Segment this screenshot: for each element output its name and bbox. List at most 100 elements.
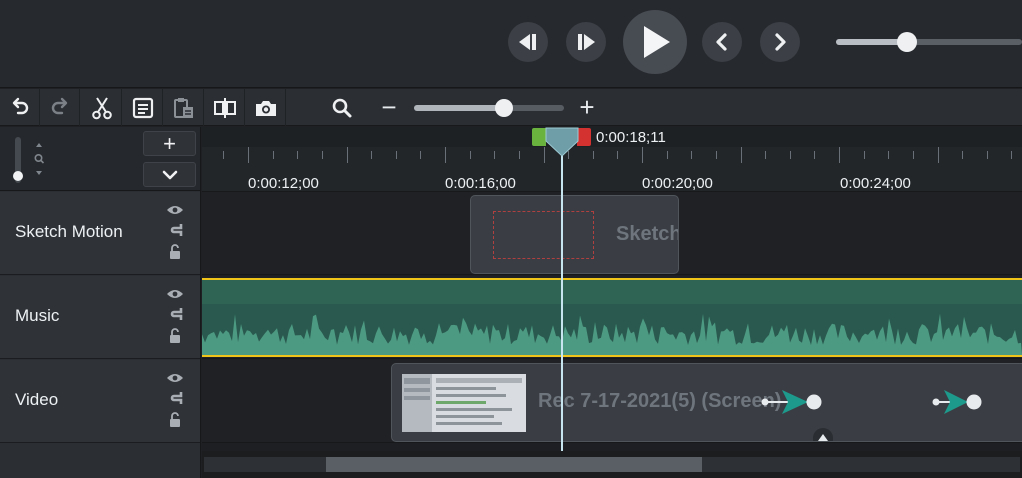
zoom-to-fit-button[interactable] bbox=[322, 89, 362, 126]
ruler-tick bbox=[420, 151, 421, 159]
lock-toggle[interactable] bbox=[165, 412, 185, 428]
track-options-button[interactable] bbox=[143, 162, 196, 187]
track-name: Sketch Motion bbox=[15, 222, 123, 241]
next-marker-button[interactable] bbox=[760, 22, 800, 62]
ruler-tick bbox=[962, 151, 963, 159]
ruler-tick bbox=[814, 151, 815, 159]
scissors-icon bbox=[91, 96, 112, 119]
undo-button[interactable] bbox=[0, 89, 40, 126]
eye-icon bbox=[167, 206, 183, 214]
ruler-tick bbox=[273, 151, 274, 159]
step-back-button[interactable] bbox=[508, 22, 548, 62]
ruler-tick bbox=[913, 151, 914, 159]
copy-button[interactable] bbox=[123, 89, 163, 126]
unlocked-icon bbox=[170, 244, 180, 259]
magnetic-toggle[interactable] bbox=[165, 306, 185, 322]
ruler-tick bbox=[248, 147, 249, 163]
playhead[interactable] bbox=[561, 145, 563, 451]
zoom-magnifier-icon bbox=[332, 98, 352, 117]
zoom-out-button[interactable]: − bbox=[377, 94, 401, 120]
track-lane-sketch-motion[interactable]: Sketch bbox=[202, 192, 1022, 275]
snapshot-button[interactable] bbox=[246, 89, 286, 126]
split-button[interactable] bbox=[205, 89, 245, 126]
ruler-tick bbox=[790, 151, 791, 159]
undo-icon bbox=[12, 97, 28, 114]
ruler-tick bbox=[667, 151, 668, 159]
ruler-tick bbox=[839, 147, 840, 163]
step-back-icon bbox=[519, 34, 536, 50]
ruler-tick bbox=[223, 151, 224, 159]
ruler-tick bbox=[519, 151, 520, 159]
playback-scrubber-thumb[interactable] bbox=[896, 32, 917, 52]
lock-toggle[interactable] bbox=[165, 244, 185, 260]
playback-scrubber[interactable] bbox=[836, 32, 1022, 52]
redo-button[interactable] bbox=[40, 89, 80, 126]
zoom-slider-thumb[interactable] bbox=[495, 99, 513, 117]
ruler-label: 0:00:24;00 bbox=[840, 175, 911, 192]
transport-bar bbox=[0, 0, 1022, 88]
horizontal-scrollbar[interactable] bbox=[202, 451, 1022, 478]
magnetic-toggle[interactable] bbox=[165, 222, 185, 238]
ruler-tick bbox=[888, 151, 889, 159]
unlocked-icon bbox=[170, 328, 180, 343]
chevron-down-icon bbox=[162, 170, 177, 179]
time-ruler[interactable]: 0:00:12;00 0:00:16;00 0:00:20;00 0:00:24… bbox=[202, 127, 1022, 192]
sketch-motion-clip[interactable]: Sketch bbox=[470, 195, 679, 274]
ruler-tick bbox=[938, 147, 939, 163]
music-clip[interactable] bbox=[202, 278, 1022, 357]
video-clip[interactable]: Rec 7-17-2021(5) (Screen) bbox=[391, 363, 1022, 442]
track-lane-video[interactable]: Rec 7-17-2021(5) (Screen) bbox=[202, 360, 1022, 443]
ruler-tick bbox=[396, 151, 397, 159]
ruler-tick bbox=[741, 147, 742, 163]
triangle-up-icon bbox=[818, 434, 828, 441]
magnetic-toggle[interactable] bbox=[165, 390, 185, 406]
eye-icon bbox=[167, 374, 183, 382]
track-header-sketch-motion[interactable]: Sketch Motion bbox=[0, 192, 200, 275]
zoom-slider[interactable] bbox=[414, 99, 564, 117]
add-track-button[interactable]: + bbox=[143, 131, 196, 156]
copy-icon bbox=[132, 97, 153, 118]
ruler-label: 0:00:16;00 bbox=[445, 175, 516, 192]
step-forward-button[interactable] bbox=[566, 22, 606, 62]
playhead-time: 0:00:18;11 bbox=[596, 129, 666, 146]
playhead-handle[interactable] bbox=[544, 127, 580, 157]
ruler-tick bbox=[593, 151, 594, 159]
previous-marker-button[interactable] bbox=[702, 22, 742, 62]
paste-button[interactable] bbox=[164, 89, 204, 126]
cut-button[interactable] bbox=[82, 89, 122, 126]
animation-arrow-icon[interactable] bbox=[932, 386, 982, 418]
ruler-tick bbox=[322, 151, 323, 159]
unlocked-icon bbox=[170, 412, 180, 427]
zoom-in-button[interactable]: + bbox=[575, 94, 599, 120]
paste-icon bbox=[173, 97, 193, 118]
play-button[interactable] bbox=[623, 10, 687, 74]
clip-expand-button[interactable] bbox=[813, 428, 833, 441]
ruler-label: 0:00:20;00 bbox=[642, 175, 713, 192]
play-icon bbox=[644, 26, 670, 58]
lock-toggle[interactable] bbox=[165, 328, 185, 344]
step-forward-icon bbox=[578, 34, 595, 50]
ruler-tick bbox=[864, 151, 865, 159]
ruler-tick bbox=[494, 151, 495, 159]
visibility-toggle[interactable] bbox=[165, 288, 185, 300]
visibility-toggle[interactable] bbox=[165, 204, 185, 216]
ruler-tick bbox=[642, 147, 643, 163]
zoom-slider-fill bbox=[414, 105, 504, 111]
track-header-music[interactable]: Music bbox=[0, 276, 200, 359]
ruler-tick bbox=[987, 151, 988, 159]
ruler-tick bbox=[297, 151, 298, 159]
magnet-icon bbox=[170, 224, 183, 236]
ruler-tick bbox=[347, 147, 348, 163]
animation-arrow-icon[interactable] bbox=[760, 386, 826, 418]
track-lane-music[interactable] bbox=[202, 276, 1022, 359]
track-height-slider-thumb[interactable] bbox=[13, 171, 23, 182]
clip-name: Sketch bbox=[616, 223, 679, 245]
track-height-slider[interactable] bbox=[13, 137, 23, 183]
ruler-tick bbox=[617, 151, 618, 159]
horizontal-scrollbar-thumb[interactable] bbox=[326, 457, 702, 472]
ruler-tick bbox=[371, 151, 372, 159]
track-header-video[interactable]: Video bbox=[0, 360, 200, 443]
redo-icon bbox=[51, 97, 67, 114]
track-name: Music bbox=[15, 306, 60, 325]
visibility-toggle[interactable] bbox=[165, 372, 185, 384]
